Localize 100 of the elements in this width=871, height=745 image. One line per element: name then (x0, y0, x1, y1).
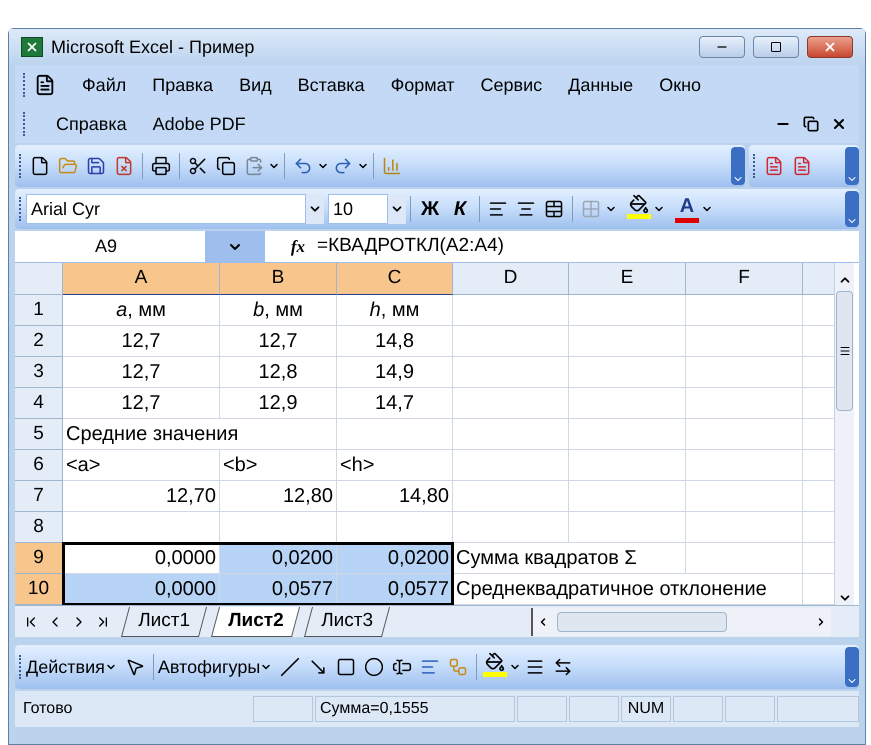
formula-field[interactable]: =КВАДРОТКЛ(A2:A4) (313, 232, 504, 261)
sheet-tab[interactable]: Лист1 (120, 606, 207, 636)
table-cell[interactable] (569, 357, 686, 388)
table-cell[interactable]: 12,80 (220, 481, 337, 512)
table-cell[interactable] (569, 450, 686, 481)
menu-item[interactable]: Сервис (480, 72, 542, 98)
row-header[interactable]: 1 (15, 295, 63, 326)
table-cell[interactable] (686, 326, 803, 357)
table-cell[interactable] (569, 512, 686, 543)
row-header[interactable]: 8 (15, 512, 63, 543)
vertical-scrollbar[interactable] (834, 263, 854, 605)
bold-button[interactable]: Ж (415, 194, 445, 224)
table-cell[interactable] (686, 543, 803, 574)
table-cell[interactable] (686, 450, 803, 481)
table-cell[interactable] (686, 295, 803, 326)
table-cell[interactable] (569, 295, 686, 326)
table-cell[interactable] (686, 512, 803, 543)
table-cell[interactable]: 0,0577 (220, 574, 337, 605)
sheet-tab[interactable]: Лист2 (210, 606, 300, 636)
horizontal-scrollbar[interactable] (531, 608, 831, 636)
row-header[interactable]: 4 (15, 388, 63, 419)
table-cell[interactable] (686, 357, 803, 388)
table-cell[interactable] (453, 326, 569, 357)
actions-menu-button[interactable]: Действия (26, 654, 117, 680)
table-cell[interactable] (569, 326, 686, 357)
dropdown-icon[interactable] (388, 194, 406, 224)
scroll-thumb[interactable] (557, 612, 727, 632)
table-cell[interactable] (686, 419, 803, 450)
menu-item[interactable]: Adobe PDF (152, 110, 246, 138)
size-combo[interactable]: 10 (328, 194, 388, 224)
function-label[interactable]: fx (265, 234, 313, 260)
toolbar-options-icon[interactable] (845, 147, 859, 185)
menu-item[interactable]: Файл (82, 72, 126, 98)
table-cell[interactable]: 12,7 (63, 388, 220, 419)
table-cell[interactable]: 14,7 (337, 388, 453, 419)
row-header[interactable]: 7 (15, 481, 63, 512)
table-cell[interactable]: 12,7 (63, 326, 220, 357)
table-cell[interactable] (453, 512, 569, 543)
table-cell[interactable] (686, 388, 803, 419)
table-cell[interactable] (453, 295, 569, 326)
sheet-tab[interactable]: Лист3 (304, 606, 390, 636)
dropdown-icon[interactable] (306, 194, 324, 224)
scroll-thumb[interactable] (836, 291, 853, 411)
toolbar-options-icon[interactable] (845, 191, 859, 227)
table-cell[interactable] (337, 419, 453, 450)
toolbar-options-icon[interactable] (731, 147, 745, 185)
font-combo[interactable]: Arial Cyr (26, 194, 306, 224)
restore-icon[interactable] (803, 116, 819, 132)
table-cell[interactable] (453, 481, 569, 512)
table-cell[interactable]: <h> (337, 450, 453, 481)
menu-item[interactable]: Формат (390, 72, 455, 98)
menu-item[interactable]: Вид (239, 72, 272, 98)
menu-item[interactable]: Вставка (298, 72, 365, 98)
menu-item[interactable]: Данные (568, 72, 634, 98)
table-cell[interactable] (569, 388, 686, 419)
table-cell[interactable] (569, 481, 686, 512)
table-cell[interactable]: 12,70 (63, 481, 220, 512)
close-icon[interactable] (831, 116, 847, 132)
menu-item[interactable]: Правка (152, 72, 214, 98)
table-cell[interactable]: a, мм (63, 295, 220, 326)
row-header[interactable]: 2 (15, 326, 63, 357)
table-cell[interactable]: 0,0000 (63, 574, 220, 605)
column-header[interactable]: D (453, 263, 569, 295)
column-header[interactable]: B (220, 263, 337, 295)
table-cell[interactable]: 0,0577 (337, 574, 453, 605)
column-header[interactable]: A (63, 263, 220, 295)
table-cell[interactable]: 14,80 (337, 481, 453, 512)
menu-item[interactable]: Окно (659, 72, 702, 98)
menu-item[interactable]: Справка (56, 110, 127, 138)
column-header[interactable]: F (686, 263, 803, 295)
table-cell[interactable] (453, 357, 569, 388)
table-cell[interactable]: 12,9 (220, 388, 337, 419)
table-cell[interactable]: 12,7 (63, 357, 220, 388)
table-cell[interactable]: h, мм (337, 295, 453, 326)
table-cell[interactable]: Сумма квадратов Σ (453, 543, 686, 574)
name-box[interactable]: A9 (15, 231, 205, 262)
table-cell[interactable]: 12,8 (220, 357, 337, 388)
table-cell[interactable]: <b> (220, 450, 337, 481)
row-header[interactable]: 6 (15, 450, 63, 481)
table-cell[interactable]: Среднеквадратичное отклонение (453, 574, 803, 605)
table-cell[interactable]: 0,0200 (220, 543, 337, 574)
toolbar-options-icon[interactable] (845, 647, 859, 687)
row-header[interactable]: 5 (15, 419, 63, 450)
table-cell[interactable]: <a> (63, 450, 220, 481)
table-cell[interactable]: 0,0200 (337, 543, 453, 574)
table-cell[interactable]: b, мм (220, 295, 337, 326)
table-cell[interactable]: Средние значения (63, 419, 337, 450)
table-cell[interactable]: 14,8 (337, 326, 453, 357)
document-icon[interactable] (34, 74, 56, 96)
column-header[interactable]: C (337, 263, 453, 295)
table-cell[interactable] (453, 388, 569, 419)
table-cell[interactable] (453, 419, 569, 450)
italic-button[interactable]: К (445, 194, 475, 224)
row-header[interactable]: 3 (15, 357, 63, 388)
table-cell[interactable] (569, 419, 686, 450)
table-cell[interactable]: 0,0000 (63, 543, 220, 574)
close-button[interactable] (807, 36, 853, 58)
row-header[interactable]: 9 (15, 543, 63, 574)
table-cell[interactable] (686, 481, 803, 512)
row-header[interactable]: 10 (15, 574, 63, 605)
